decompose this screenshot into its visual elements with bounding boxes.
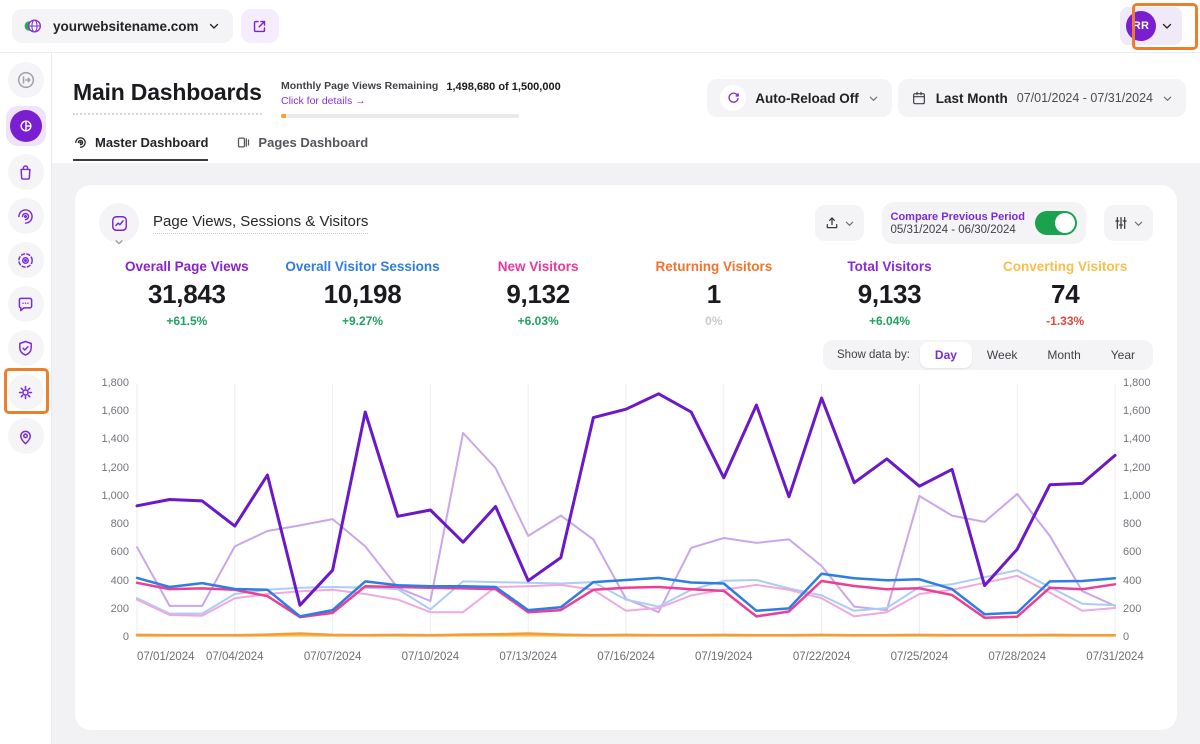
compare-toggle[interactable]	[1035, 211, 1077, 235]
export-icon	[824, 215, 840, 231]
metric-total-visitors[interactable]: Total Visitors9,133+6.04%	[802, 259, 978, 328]
feedback-icon	[15, 294, 36, 315]
tab-pages-dashboard[interactable]: Pages Dashboard	[236, 135, 368, 159]
metric-converting-visitors[interactable]: Converting Visitors74-1.33%	[977, 259, 1153, 328]
date-range: 07/01/2024 - 07/31/2024	[1017, 91, 1153, 105]
date-preset: Last Month	[936, 91, 1008, 106]
export-button[interactable]	[815, 205, 864, 241]
content-area: Page Views, Sessions & Visitors Compare …	[52, 163, 1200, 744]
site-selector[interactable]: yourwebsitename.com	[12, 9, 233, 43]
compare-label: Compare Previous Period	[891, 211, 1026, 223]
sidebar-item-security[interactable]	[8, 330, 44, 366]
spiral-icon	[73, 135, 88, 150]
chevron-down-icon	[1161, 20, 1173, 32]
metric-overall-page-views[interactable]: Overall Page Views31,843+61.5%	[99, 259, 275, 328]
metrics-row: Overall Page Views31,843+61.5%Overall Vi…	[99, 259, 1153, 328]
pages-icon	[236, 135, 251, 150]
granularity-switcher: Show data by: DayWeekMonthYear	[823, 340, 1153, 370]
account-menu[interactable]: RR	[1120, 7, 1182, 45]
sidebar-item-dashboards[interactable]	[6, 106, 46, 146]
metric-returning-visitors[interactable]: Returning Visitors10%	[626, 259, 802, 328]
granularity-week[interactable]: Week	[972, 342, 1032, 368]
sidebar-item-collapse[interactable]	[8, 62, 44, 98]
line-chart-icon	[110, 214, 129, 233]
compare-previous-period: Compare Previous Period 05/31/2024 - 06/…	[882, 202, 1087, 244]
granularity-buttons: DayWeekMonthYear	[920, 342, 1150, 368]
exit-icon	[15, 69, 37, 91]
calendar-icon	[911, 90, 927, 106]
site-name: yourwebsitename.com	[53, 19, 199, 34]
chart-card: Page Views, Sessions & Visitors Compare …	[75, 185, 1177, 730]
sliders-icon	[1113, 215, 1129, 231]
quota-details-link[interactable]: Click for details →	[281, 95, 438, 107]
compare-range: 05/31/2024 - 06/30/2024	[891, 224, 1026, 236]
tab-label: Pages Dashboard	[258, 135, 368, 150]
quota-widget: Monthly Page Views Remaining Click for d…	[281, 80, 519, 118]
topbar: yourwebsitename.com RR	[0, 0, 1200, 53]
y-axis-right: 1,8001,6001,4001,2001,0008006004002000	[1115, 377, 1153, 643]
app-window: yourwebsitename.com RR	[0, 0, 1200, 744]
y-axis-left: 1,8001,6001,4001,2001,0008006004002000	[99, 377, 137, 643]
refresh-icon	[720, 85, 746, 111]
metric-new-visitors[interactable]: New Visitors9,132+6.03%	[450, 259, 626, 328]
dashboard-tabs: Master Dashboard Pages Dashboard	[52, 135, 1200, 163]
metric-overall-visitor-sessions[interactable]: Overall Visitor Sessions10,198+9.27%	[275, 259, 451, 328]
page-header: Main Dashboards Monthly Page Views Remai…	[52, 53, 1200, 135]
auto-reload-dropdown[interactable]: Auto-Reload Off	[707, 79, 892, 117]
widget-title: Page Views, Sessions & Visitors	[153, 213, 368, 234]
chart-settings-button[interactable]	[1104, 205, 1153, 241]
main-area: Main Dashboards Monthly Page Views Remai…	[52, 53, 1200, 744]
auto-reload-label: Auto-Reload Off	[755, 91, 859, 106]
chart: 1,8001,6001,4001,2001,0008006004002000 1…	[99, 384, 1153, 673]
date-range-picker[interactable]: Last Month 07/01/2024 - 07/31/2024	[898, 79, 1186, 117]
recordings-icon	[15, 250, 36, 271]
sidebar-item-store[interactable]	[8, 154, 44, 190]
chevron-down-icon	[1162, 93, 1173, 104]
chevron-down-icon	[868, 93, 879, 104]
location-pin-icon	[15, 426, 36, 447]
bag-icon	[15, 162, 36, 183]
sidebar-item-journeys[interactable]	[8, 198, 44, 234]
open-in-new-icon	[251, 18, 268, 35]
quota-progress-bar	[281, 114, 519, 118]
quota-value: 1,498,680 of 1,500,000	[446, 81, 560, 93]
settings-gear-icon	[15, 382, 36, 403]
page-title: Main Dashboards	[73, 79, 262, 115]
sidebar	[0, 53, 52, 744]
avatar: RR	[1126, 11, 1156, 41]
sidebar-item-feedback[interactable]	[8, 286, 44, 322]
granularity-year[interactable]: Year	[1096, 342, 1150, 368]
show-data-by-label: Show data by:	[823, 349, 920, 361]
chart-plot[interactable]	[137, 384, 1115, 636]
shield-icon	[15, 338, 36, 359]
tab-master-dashboard[interactable]: Master Dashboard	[73, 135, 208, 161]
granularity-month[interactable]: Month	[1032, 342, 1095, 368]
chevron-down-icon	[1133, 218, 1144, 229]
sidebar-item-recordings[interactable]	[8, 242, 44, 278]
open-site-button[interactable]	[241, 9, 279, 43]
tab-label: Master Dashboard	[95, 135, 208, 150]
chevron-down-icon	[208, 20, 220, 32]
dashboards-icon	[10, 110, 42, 142]
spiral-icon	[15, 206, 36, 227]
sidebar-item-locations[interactable]	[8, 418, 44, 454]
widget-menu-button[interactable]	[99, 203, 139, 243]
quota-label: Monthly Page Views Remaining	[281, 80, 438, 92]
globe-icon	[22, 15, 44, 37]
granularity-day[interactable]: Day	[920, 342, 972, 368]
sidebar-item-settings[interactable]	[8, 374, 44, 410]
x-axis-labels: 07/01/202407/04/202407/07/202407/10/2024…	[137, 651, 1115, 673]
chevron-down-icon	[844, 218, 855, 229]
chevron-down-icon	[114, 237, 124, 247]
